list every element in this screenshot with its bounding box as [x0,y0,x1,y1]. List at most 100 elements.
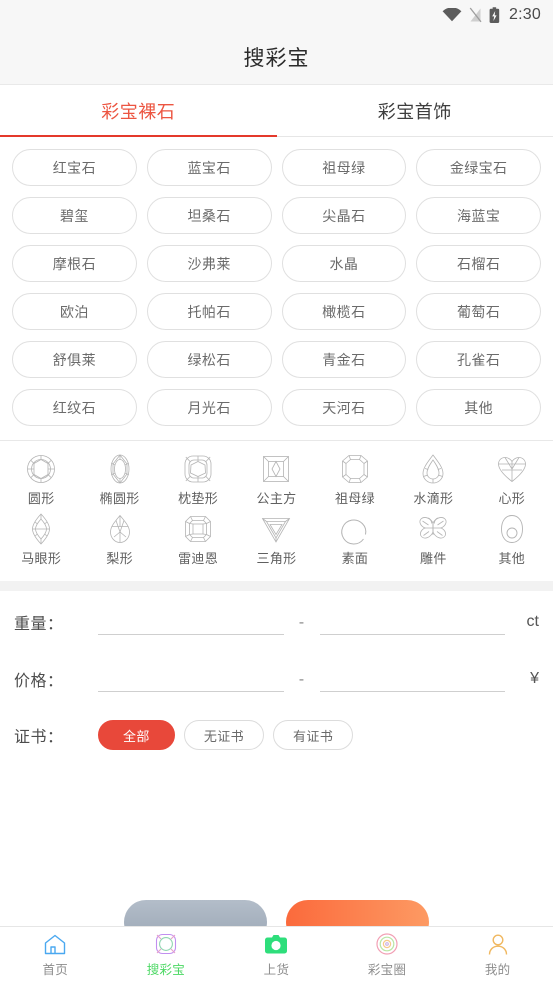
nav-item-community[interactable]: 彩宝圈 [332,932,443,978]
gem-chip-sugilite[interactable]: 舒俱莱 [12,341,137,378]
bottom-nav-bar: 首页 搜彩宝 上货 彩宝圈 我的 [0,926,553,983]
gem-chip-sapphire[interactable]: 蓝宝石 [146,149,272,186]
certificate-option-all[interactable]: 全部 [98,720,175,750]
gem-chip-rhodochrosite[interactable]: 红纹石 [12,389,137,426]
shape-item-drop[interactable]: 水滴形 [394,454,472,507]
nav-item-home[interactable]: 首页 [0,932,111,978]
weight-separator: - [298,612,305,631]
shape-label: 素面 [341,552,369,567]
gem-chip-aquamarine[interactable]: 海蓝宝 [416,197,541,234]
gem-chip-turquoise[interactable]: 绿松石 [146,341,272,378]
round-cut-icon [24,455,58,483]
gem-chip-lapis[interactable]: 青金石 [281,341,407,378]
gem-chip-ruby[interactable]: 红宝石 [12,149,137,186]
shape-item-pear[interactable]: 梨形 [80,514,158,567]
filter-form: 重量： - ct 价格： - ¥ 证书： 全部 无证书 有证书 [0,591,553,763]
cabochon-icon [338,517,372,545]
pear-cut-icon [103,514,137,543]
gem-chip-amazonite[interactable]: 天河石 [281,389,407,426]
emerald-cut-icon [338,455,372,483]
trillion-cut-icon [259,517,293,543]
shape-item-marquise[interactable]: 马眼形 [2,513,80,567]
shape-item-heart[interactable]: 心形 [473,457,551,507]
title-bar: 搜彩宝 [0,30,553,85]
gem-chip-garnet[interactable]: 石榴石 [416,245,541,282]
gem-chip-emerald[interactable]: 祖母绿 [281,149,407,186]
certificate-options: 全部 无证书 有证书 [98,720,354,750]
shape-item-round[interactable]: 圆形 [2,455,80,507]
tab-jewelry[interactable]: 彩宝首饰 [277,85,553,136]
gem-chip-crystal[interactable]: 水晶 [281,245,407,282]
gem-chip-other[interactable]: 其他 [416,389,541,426]
shape-label: 马眼形 [21,552,62,567]
gem-chip-spinel[interactable]: 尖晶石 [281,197,407,234]
camera-upload-icon [264,932,288,956]
gem-chip-prehnite[interactable]: 葡萄石 [416,293,541,330]
weight-min-input[interactable] [98,608,284,635]
gem-chip-peridot[interactable]: 橄榄石 [281,293,407,330]
shape-item-emerald[interactable]: 祖母绿 [316,455,394,507]
shape-label: 圆形 [27,492,55,507]
tab-loose-stones[interactable]: 彩宝裸石 [0,85,277,137]
gem-chip-morganite[interactable]: 摩根石 [12,245,137,282]
shape-label: 水滴形 [413,492,454,507]
shape-label: 枕垫形 [178,492,219,507]
certificate-option-has[interactable]: 有证书 [273,720,354,750]
certificate-label: 证书： [14,727,64,746]
price-label: 价格： [14,670,64,690]
carving-butterfly-icon [416,517,450,541]
gem-chip-tsavorite[interactable]: 沙弗莱 [146,245,272,282]
app-screen: 2:30 搜彩宝 彩宝裸石 彩宝首饰 红宝石 蓝宝石 祖母绿 金绿宝石 碧玺 坦… [0,0,553,983]
price-row: 价格： - ¥ [14,650,539,707]
shape-label: 其他 [498,552,526,567]
shape-item-cabochon[interactable]: 素面 [316,517,394,567]
shape-label: 三角形 [256,552,297,567]
weight-label: 重量： [14,613,64,633]
shape-item-other[interactable]: 其他 [473,515,551,567]
gem-chip-malachite[interactable]: 孔雀石 [416,341,541,378]
wifi-icon [442,8,462,22]
battery-charging-icon [489,6,500,24]
nav-label: 彩宝圈 [367,962,407,977]
gem-chip-tourmaline[interactable]: 碧玺 [12,197,137,234]
nav-item-search-gem[interactable]: 搜彩宝 [111,932,222,978]
marquise-cut-icon [24,513,58,545]
status-time: 2:30 [509,6,541,23]
price-unit: ¥ [530,669,539,687]
shape-label: 椭圆形 [99,492,140,507]
cushion-cut-icon [181,455,215,483]
nav-item-upload[interactable]: 上货 [221,932,332,978]
shape-item-radiant[interactable]: 雷迪恩 [159,516,237,567]
tab-bar: 彩宝裸石 彩宝首饰 [0,85,553,137]
gem-chip-tanzanite[interactable]: 坦桑石 [146,197,272,234]
certificate-row: 证书： 全部 无证书 有证书 [14,707,539,763]
reset-button[interactable] [124,900,267,926]
price-min-input[interactable] [98,665,284,692]
certificate-option-none[interactable]: 无证书 [183,720,265,750]
weight-unit: ct [526,612,539,630]
shape-item-princess[interactable]: 公主方 [237,456,315,507]
confirm-button[interactable] [286,900,429,926]
radiant-cut-icon [181,516,215,542]
nav-label: 首页 [42,962,69,977]
gem-chip-chrysoberyl[interactable]: 金绿宝石 [416,149,541,186]
price-max-input[interactable] [319,665,505,692]
weight-row: 重量： - ct [14,593,539,650]
gem-chip-topaz[interactable]: 托帕石 [146,293,272,330]
gem-chip-opal[interactable]: 欧泊 [12,293,137,330]
heart-cut-icon [495,457,529,483]
shape-label: 梨形 [106,552,133,567]
other-shape-icon [495,515,529,543]
gem-chip-moonstone[interactable]: 月光石 [146,389,272,426]
shape-item-trillion[interactable]: 三角形 [237,517,315,567]
nav-item-profile[interactable]: 我的 [442,932,553,978]
nav-label: 我的 [484,962,511,977]
shape-grid: 圆形 椭圆形 枕垫形 公主方 祖母绿 水滴形 心形 马眼形 梨形 雷迪恩 三角形… [0,441,553,581]
shape-item-carving[interactable]: 雕件 [394,517,472,567]
shape-item-cushion[interactable]: 枕垫形 [159,455,237,507]
pear-drop-cut-icon [416,454,450,484]
nav-label: 搜彩宝 [146,962,186,977]
shape-item-oval[interactable]: 椭圆形 [80,454,158,507]
weight-max-input[interactable] [319,608,505,635]
nav-label: 上货 [263,962,290,977]
